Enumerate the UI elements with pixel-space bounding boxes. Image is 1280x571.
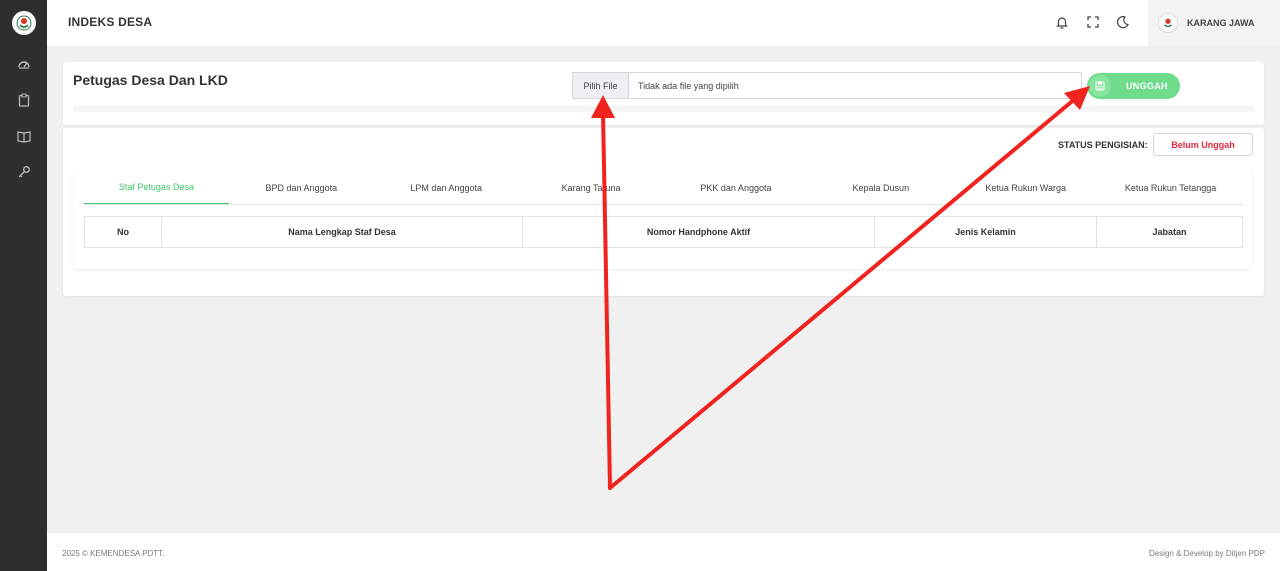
choose-file-button[interactable]: Pilih File: [573, 73, 629, 98]
tab-panel: Staf Petugas Desa BPD dan Anggota LPM da…: [73, 171, 1252, 269]
tab-ketua-rukun-tetangga[interactable]: Ketua Rukun Tetangga: [1098, 171, 1243, 204]
upload-card: Petugas Desa Dan LKD Pilih File Tidak ad…: [63, 62, 1264, 125]
data-card: STATUS PENGISIAN: Belum Unggah Staf Petu…: [63, 128, 1264, 296]
clipboard-icon[interactable]: [14, 90, 34, 110]
user-menu[interactable]: KARANG JAWA: [1148, 0, 1280, 46]
tab-lpm-dan-anggota[interactable]: LPM dan Anggota: [374, 171, 519, 204]
app-title: INDEKS DESA: [68, 15, 153, 29]
tab-karang-taruna[interactable]: Karang Taruna: [519, 171, 664, 204]
dark-mode-icon[interactable]: [1114, 13, 1132, 31]
file-input[interactable]: Pilih File Tidak ada file yang dipilih: [572, 72, 1082, 99]
staff-table: No Nama Lengkap Staf Desa Nomor Handphon…: [84, 216, 1243, 248]
tab-kepala-dusun[interactable]: Kepala Dusun: [808, 171, 953, 204]
top-bar: INDEKS DESA KARANG JAWA: [47, 0, 1280, 46]
emblem-icon: [16, 15, 32, 31]
key-icon[interactable]: [14, 162, 34, 182]
book-icon[interactable]: [14, 126, 34, 146]
fullscreen-icon[interactable]: [1084, 13, 1102, 31]
avatar: [1158, 13, 1178, 33]
footer-copyright: 2025 © KEMENDESA PDTT.: [62, 549, 165, 558]
emblem-icon: [1164, 18, 1172, 28]
tab-bpd-dan-anggota[interactable]: BPD dan Anggota: [229, 171, 374, 204]
column-header-phone: Nomor Handphone Aktif: [522, 216, 875, 248]
user-name: KARANG JAWA: [1187, 18, 1255, 28]
tab-staf-petugas-desa[interactable]: Staf Petugas Desa: [84, 171, 229, 204]
divider: [73, 106, 1254, 112]
sidebar: [0, 0, 47, 571]
status-label: STATUS PENGISIAN:: [1058, 140, 1148, 150]
file-name-text: Tidak ada file yang dipilih: [638, 80, 739, 91]
dashboard-icon[interactable]: [14, 54, 34, 74]
footer: 2025 © KEMENDESA PDTT. Design & Develop …: [47, 533, 1280, 571]
column-header-name: Nama Lengkap Staf Desa: [161, 216, 523, 248]
bell-icon[interactable]: [1053, 13, 1071, 31]
status-badge: Belum Unggah: [1153, 133, 1253, 156]
page-title: Petugas Desa Dan LKD: [73, 72, 228, 88]
column-header-no: No: [84, 216, 162, 248]
tab-pkk-dan-anggota[interactable]: PKK dan Anggota: [664, 171, 809, 204]
column-header-gender: Jenis Kelamin: [874, 216, 1097, 248]
upload-button-label: UNGGAH: [1126, 81, 1168, 91]
column-header-position: Jabatan: [1096, 216, 1243, 248]
tab-bar: Staf Petugas Desa BPD dan Anggota LPM da…: [84, 171, 1243, 205]
save-icon: [1089, 75, 1111, 97]
table-header-row: No Nama Lengkap Staf Desa Nomor Handphon…: [84, 216, 1243, 248]
footer-credit: Design & Develop by Ditjen PDP: [1148, 549, 1265, 558]
tab-ketua-rukun-warga[interactable]: Ketua Rukun Warga: [953, 171, 1098, 204]
upload-button[interactable]: UNGGAH: [1087, 73, 1180, 99]
logo[interactable]: [12, 11, 36, 35]
